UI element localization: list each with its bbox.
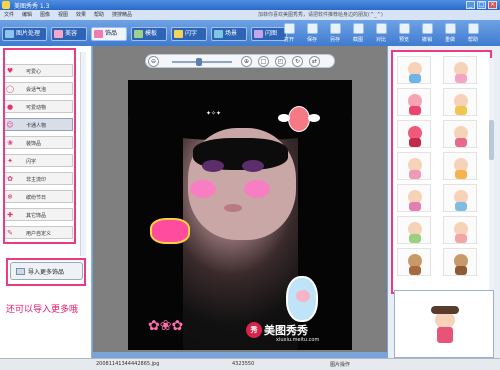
highlight-box-categories xyxy=(3,48,76,244)
image-process-icon xyxy=(5,30,14,38)
menu-file[interactable]: 文件 xyxy=(4,11,14,18)
folder-icon xyxy=(283,23,295,34)
screenshot-button[interactable]: 截图 xyxy=(347,22,369,44)
sticker-egg-character[interactable] xyxy=(286,276,318,322)
sticker-preview xyxy=(394,290,494,358)
annotation-text: 还可以导入更多哦 xyxy=(6,305,79,315)
sticker-thumb[interactable] xyxy=(397,56,431,84)
sticker-thumb[interactable] xyxy=(443,56,477,84)
menu-edit[interactable]: 编辑 xyxy=(22,11,32,18)
sticker-flowers[interactable]: ✿❀✿ xyxy=(148,318,208,348)
template-icon xyxy=(134,30,143,38)
sticker-thumb[interactable] xyxy=(397,152,431,180)
zoom-slider-thumb[interactable] xyxy=(196,58,202,66)
sticker-thumb[interactable] xyxy=(443,248,477,276)
open-button[interactable]: 打开 xyxy=(278,22,300,44)
tab-image-process[interactable]: 图片处理 xyxy=(2,27,47,41)
flip-icon[interactable]: ⇄ xyxy=(309,56,320,67)
compare-icon xyxy=(375,23,387,34)
zoom-bar: ⊖ ⊕ □ ◰ ↻ ⇄ xyxy=(145,54,335,68)
sticker-heart-angel[interactable] xyxy=(278,100,320,146)
help-icon xyxy=(467,23,479,34)
flash-image-icon xyxy=(254,30,263,38)
save-button[interactable]: 保存 xyxy=(301,22,323,44)
zoom-slider-track[interactable] xyxy=(172,61,232,63)
sticker-thumb[interactable] xyxy=(397,216,431,244)
menu-search[interactable]: 搜搜精品 xyxy=(112,11,132,18)
canvas-area: ⊖ ⊕ □ ◰ ↻ ⇄ ✦✧✦ ✿❀✿ 秀 美图秀秀 xiuxiu.meitu.… xyxy=(93,46,387,352)
photo-left-eye xyxy=(202,160,224,172)
redo-icon xyxy=(444,23,456,34)
status-bar: 20081141344442865.jpg 4323550 图片操作 xyxy=(0,358,500,370)
status-mode: 图片操作 xyxy=(330,362,351,368)
sticker-thumb[interactable] xyxy=(443,120,477,148)
photo-lips xyxy=(224,204,242,212)
rotate-icon[interactable]: ↻ xyxy=(292,56,303,67)
sticker-thumb[interactable] xyxy=(443,152,477,180)
sticker-thumb[interactable] xyxy=(397,184,431,212)
screenshot-icon xyxy=(352,23,364,34)
save-as-icon xyxy=(329,23,341,34)
photo-blush-left xyxy=(190,180,216,198)
menu-help[interactable]: 帮助 xyxy=(94,11,104,18)
sticker-scrollbar[interactable] xyxy=(489,58,494,296)
close-icon[interactable]: × xyxy=(488,1,497,9)
actual-size-icon[interactable]: □ xyxy=(258,56,269,67)
tab-template[interactable]: 模板 xyxy=(131,27,167,41)
redo-button[interactable]: 重做 xyxy=(439,22,461,44)
menu-effects[interactable]: 效果 xyxy=(76,11,86,18)
edited-photo[interactable]: ✦✧✦ ✿❀✿ 秀 美图秀秀 xiuxiu.meitu.com xyxy=(128,80,352,350)
highlight-box-import xyxy=(6,258,86,286)
undo-button[interactable]: 撤销 xyxy=(416,22,438,44)
undo-icon xyxy=(421,23,433,34)
watermark-text: 美图秀秀 xyxy=(264,324,308,337)
window-title: 美图秀秀 1.3 xyxy=(14,3,50,10)
status-number: 4323550 xyxy=(232,361,255,367)
sticker-crown[interactable]: ✦✧✦ xyxy=(206,110,246,118)
watermark-url: xiuxiu.meitu.com xyxy=(276,337,320,343)
sticker-scroll-thumb[interactable] xyxy=(489,120,494,160)
scene-icon xyxy=(214,30,223,38)
minimize-icon[interactable]: _ xyxy=(466,1,475,9)
sticker-thumb[interactable] xyxy=(443,88,477,116)
zoom-in-icon[interactable]: ⊕ xyxy=(241,56,252,67)
tab-flash-text[interactable]: 闪字 xyxy=(171,27,207,41)
sticker-thumb[interactable] xyxy=(443,216,477,244)
sticker-thumb[interactable] xyxy=(397,120,431,148)
sticker-cute-bubble[interactable] xyxy=(150,218,190,244)
maximize-icon[interactable]: □ xyxy=(477,1,486,9)
sticker-thumb[interactable] xyxy=(443,184,477,212)
sticker-thumb[interactable] xyxy=(397,248,431,276)
compare-button[interactable]: 对比 xyxy=(370,22,392,44)
app-icon xyxy=(2,1,10,9)
preview-icon xyxy=(398,23,410,34)
tab-scene[interactable]: 场景 xyxy=(211,27,247,41)
menu-bar: 文件 编辑 图像 视图 效果 帮助 搜搜精品 加菲你喜欢美图秀秀，请把软件推荐给… xyxy=(0,10,500,20)
accessories-icon xyxy=(94,30,103,38)
photo-right-eye xyxy=(242,160,264,172)
meitu-logo-icon: 秀 xyxy=(246,322,262,338)
status-filename: 20081141344442865.jpg xyxy=(96,361,160,367)
menu-image[interactable]: 图像 xyxy=(40,11,50,18)
flash-text-tab-icon xyxy=(174,30,183,38)
tab-accessories[interactable]: 饰品 xyxy=(91,27,127,41)
toolbar: 图片处理 美容 饰品 模板 闪字 场景 闪图 打开 保存 另存 截图 对比 预览… xyxy=(0,20,500,46)
category-scrollbar[interactable] xyxy=(80,52,86,256)
sticker-thumbnail-grid xyxy=(391,50,494,296)
fit-icon[interactable]: ◰ xyxy=(275,56,286,67)
tab-beauty[interactable]: 美容 xyxy=(51,27,87,41)
help-button[interactable]: 帮助 xyxy=(462,22,484,44)
sticker-library-panel xyxy=(388,46,500,360)
beauty-icon xyxy=(54,30,63,38)
menu-view[interactable]: 视图 xyxy=(58,11,68,18)
sticker-thumb[interactable] xyxy=(397,88,431,116)
preview-button[interactable]: 预览 xyxy=(393,22,415,44)
save-as-button[interactable]: 另存 xyxy=(324,22,346,44)
slogan-text: 加菲你喜欢美图秀秀，请把软件推荐给身边的朋友(^_^) xyxy=(258,12,383,18)
title-bar: 美图秀秀 1.3 _ □ × xyxy=(0,0,500,10)
photo-blush-right xyxy=(244,180,270,198)
save-icon xyxy=(306,23,318,34)
zoom-out-icon[interactable]: ⊖ xyxy=(148,56,159,67)
